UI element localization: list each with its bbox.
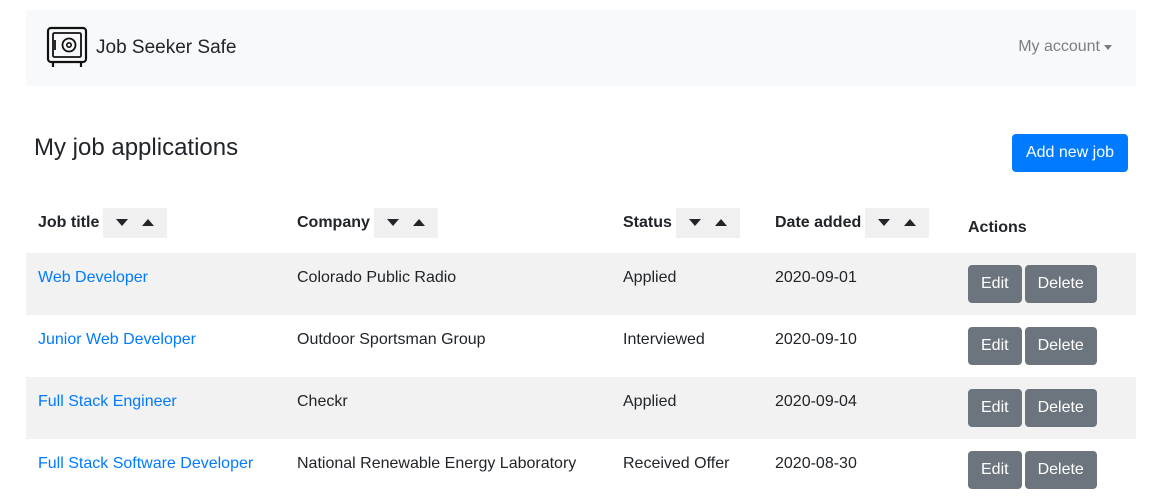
company-name: National Renewable Energy Laboratory	[297, 455, 577, 472]
date-added: 2020-09-01	[775, 269, 857, 286]
job-applications-table: Job title Company Status Date added Acti…	[26, 192, 1136, 501]
sort-down-icon[interactable]	[380, 208, 406, 238]
cell-date: 2020-09-04	[763, 377, 956, 439]
table-row: Junior Web Developer Outdoor Sportsman G…	[26, 315, 1136, 377]
cell-actions: Edit Delete	[956, 253, 1136, 315]
cell-company: National Renewable Energy Laboratory	[285, 439, 611, 501]
status-text: Applied	[623, 269, 677, 286]
date-added: 2020-09-10	[775, 331, 857, 348]
delete-button[interactable]: Delete	[1024, 451, 1097, 489]
date-added: 2020-09-04	[775, 393, 857, 410]
column-header-company: Company	[285, 192, 611, 253]
date-added: 2020-08-30	[775, 455, 857, 472]
job-title-link[interactable]: Full Stack Software Developer	[38, 455, 253, 473]
sort-controls	[103, 207, 168, 238]
delete-button[interactable]: Delete	[1024, 265, 1097, 303]
column-header-job-title: Job title	[26, 192, 285, 253]
brand-name: Job Seeker Safe	[96, 37, 237, 58]
cell-status: Interviewed	[611, 315, 763, 377]
cell-company: Outdoor Sportsman Group	[285, 315, 611, 377]
status-text: Interviewed	[623, 331, 705, 348]
sort-controls	[675, 207, 740, 238]
delete-button[interactable]: Delete	[1024, 327, 1097, 365]
cell-company: Checkr	[285, 377, 611, 439]
sort-up-icon[interactable]	[708, 208, 734, 238]
edit-button[interactable]: Edit	[968, 451, 1022, 489]
cell-date: 2020-09-01	[763, 253, 956, 315]
company-name: Checkr	[297, 393, 348, 410]
cell-job-title: Web Developer	[26, 253, 285, 315]
cell-status: Applied	[611, 253, 763, 315]
column-label: Date added	[775, 213, 862, 231]
column-label: Job title	[38, 213, 100, 231]
cell-actions: Edit Delete	[956, 315, 1136, 377]
page-title: My job applications	[34, 134, 239, 161]
sort-up-icon[interactable]	[897, 208, 923, 238]
job-title-link[interactable]: Junior Web Developer	[38, 331, 196, 349]
cell-job-title: Full Stack Software Developer	[26, 439, 285, 501]
cell-status: Received Offer	[611, 439, 763, 501]
table-row: Full Stack Software Developer National R…	[26, 439, 1136, 501]
job-title-link[interactable]: Web Developer	[38, 269, 148, 287]
cell-job-title: Junior Web Developer	[26, 315, 285, 377]
table-row: Full Stack Engineer Checkr Applied 2020-…	[26, 377, 1136, 439]
account-dropdown[interactable]: My account	[1018, 38, 1112, 56]
sort-down-icon[interactable]	[871, 208, 897, 238]
cell-date: 2020-08-30	[763, 439, 956, 501]
cell-actions: Edit Delete	[956, 439, 1136, 501]
sort-down-icon[interactable]	[109, 208, 135, 238]
cell-date: 2020-09-10	[763, 315, 956, 377]
brand[interactable]: Job Seeker Safe	[46, 26, 236, 70]
status-text: Received Offer	[623, 455, 730, 472]
column-label: Company	[297, 213, 370, 231]
navbar: Job Seeker Safe My account	[26, 10, 1136, 86]
cell-status: Applied	[611, 377, 763, 439]
cell-job-title: Full Stack Engineer	[26, 377, 285, 439]
edit-button[interactable]: Edit	[968, 265, 1022, 303]
sort-up-icon[interactable]	[406, 208, 432, 238]
table-header-row: Job title Company Status Date added Acti…	[26, 192, 1136, 253]
cell-company: Colorado Public Radio	[285, 253, 611, 315]
company-name: Outdoor Sportsman Group	[297, 331, 486, 348]
column-label: Status	[623, 213, 672, 231]
account-label: My account	[1018, 38, 1100, 55]
edit-button[interactable]: Edit	[968, 327, 1022, 365]
sort-up-icon[interactable]	[135, 208, 161, 238]
status-text: Applied	[623, 393, 677, 410]
column-header-status: Status	[611, 192, 763, 253]
sort-controls	[373, 207, 438, 238]
column-header-date-added: Date added	[763, 192, 956, 253]
table-row: Web Developer Colorado Public Radio Appl…	[26, 253, 1136, 315]
sort-down-icon[interactable]	[682, 208, 708, 238]
job-title-link[interactable]: Full Stack Engineer	[38, 393, 177, 411]
delete-button[interactable]: Delete	[1024, 389, 1097, 427]
safe-icon	[46, 26, 88, 67]
column-header-actions: Actions	[956, 192, 1136, 253]
sort-controls	[865, 207, 930, 238]
column-label: Actions	[968, 218, 1027, 236]
company-name: Colorado Public Radio	[297, 269, 457, 286]
add-new-job-button[interactable]: Add new job	[1012, 134, 1128, 172]
cell-actions: Edit Delete	[956, 377, 1136, 439]
caret-down-icon	[1104, 44, 1112, 50]
edit-button[interactable]: Edit	[968, 389, 1022, 427]
